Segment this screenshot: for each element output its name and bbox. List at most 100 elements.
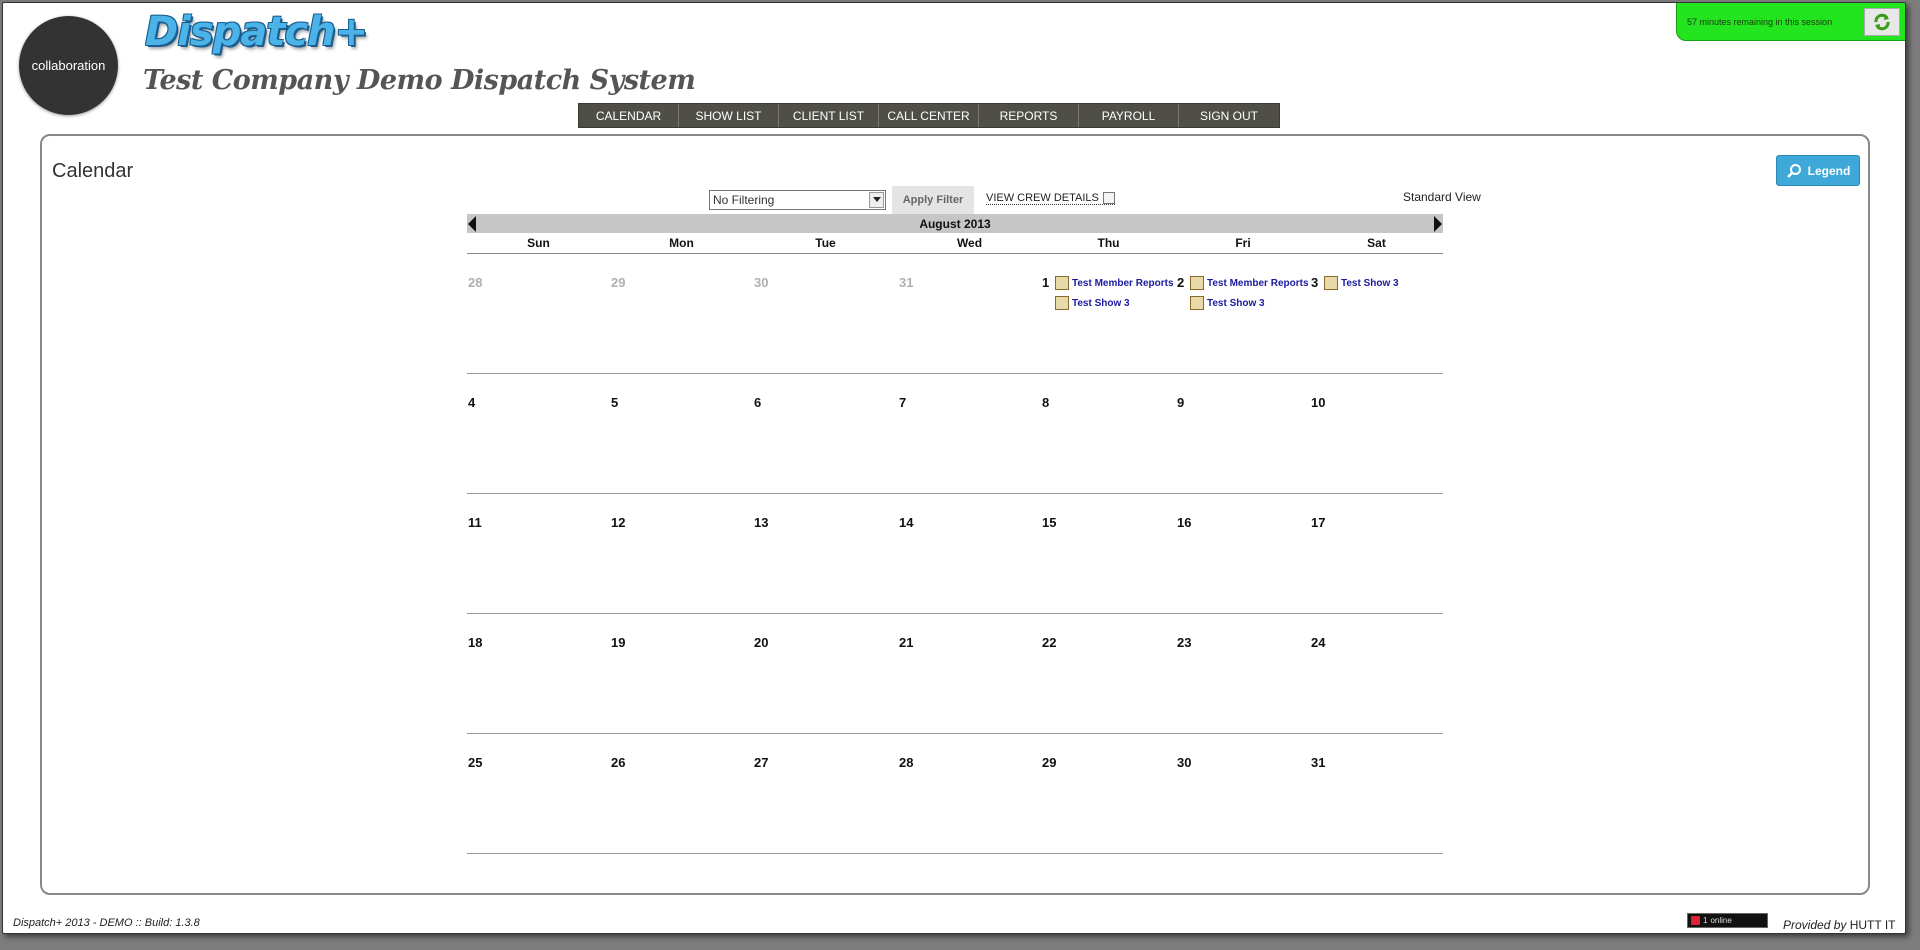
day-number: 10 [1311, 395, 1326, 410]
nav-reports[interactable]: REPORTS [979, 104, 1079, 127]
day-of-week-header: Thu [1097, 236, 1120, 250]
day-number: 29 [611, 275, 626, 290]
day-number: 31 [1311, 755, 1326, 770]
day-cell[interactable]: 15 [1041, 494, 1176, 613]
nav-show-list[interactable]: SHOW LIST [679, 104, 779, 127]
next-month-icon[interactable] [1434, 216, 1442, 232]
online-label: online [1710, 916, 1732, 925]
day-cell[interactable]: 30 [753, 254, 898, 373]
day-cell[interactable]: 23 [1176, 614, 1310, 733]
day-number: 22 [1042, 635, 1057, 650]
day-cell[interactable]: 28 [467, 254, 610, 373]
day-cell[interactable]: 29 [1041, 734, 1176, 853]
day-number: 19 [611, 635, 626, 650]
day-cell[interactable]: 28 [898, 734, 1041, 853]
session-text: 57 minutes remaining in this session [1687, 16, 1833, 27]
day-cell[interactable]: 6 [753, 374, 898, 493]
day-cell[interactable]: 2 Test Member Reports Test Show 3 [1176, 254, 1310, 373]
event-link[interactable]: Test Show 3 [1190, 293, 1309, 313]
logo-text: collaboration [31, 58, 106, 73]
day-cell[interactable]: 22 [1041, 614, 1176, 733]
day-cell[interactable]: 16 [1176, 494, 1310, 613]
day-cell[interactable]: 9 [1176, 374, 1310, 493]
event-label: Test Show 3 [1341, 277, 1399, 289]
day-cell[interactable]: 18 [467, 614, 610, 733]
month-header: August 2013 [467, 214, 1443, 233]
day-events: Test Member Reports Test Show 3 [1055, 273, 1174, 313]
event-link[interactable]: Test Show 3 [1055, 293, 1174, 313]
day-number: 28 [468, 275, 483, 290]
provider-name[interactable]: HUTT IT [1850, 918, 1896, 932]
prev-month-icon[interactable] [468, 216, 476, 232]
day-cell[interactable]: 26 [610, 734, 753, 853]
day-events: Test Show 3 [1324, 273, 1399, 293]
online-count: 1 [1703, 916, 1708, 925]
event-link[interactable]: Test Member Reports [1190, 273, 1309, 293]
event-label: Test Member Reports [1072, 277, 1174, 289]
day-number: 14 [899, 515, 914, 530]
filter-selected: No Filtering [713, 193, 775, 207]
nav-client-list[interactable]: CLIENT LIST [779, 104, 879, 127]
day-cell[interactable]: 21 [898, 614, 1041, 733]
filter-select[interactable]: No Filtering [709, 190, 886, 210]
day-cell[interactable]: 25 [467, 734, 610, 853]
online-status-icon [1691, 916, 1700, 925]
day-cell[interactable]: 30 [1176, 734, 1310, 853]
month-label: August 2013 [919, 216, 991, 231]
day-number: 29 [1042, 755, 1057, 770]
day-cell[interactable]: 8 [1041, 374, 1176, 493]
day-cell[interactable]: 4 [467, 374, 610, 493]
legend-button[interactable]: Legend [1776, 155, 1860, 186]
day-of-week-header: Mon [669, 236, 694, 250]
day-number: 31 [899, 275, 914, 290]
nav-calendar[interactable]: CALENDAR [579, 104, 679, 127]
day-cell[interactable]: 27 [753, 734, 898, 853]
day-number: 27 [754, 755, 769, 770]
event-note-icon [1055, 276, 1069, 290]
day-cell[interactable]: 5 [610, 374, 753, 493]
view-crew-details[interactable]: VIEW CREW DETAILS [986, 192, 1115, 205]
chevron-down-icon[interactable] [869, 192, 884, 208]
day-cell[interactable]: 3 Test Show 3 [1310, 254, 1443, 373]
day-number: 21 [899, 635, 914, 650]
day-number: 8 [1042, 395, 1050, 410]
day-cell[interactable]: 24 [1310, 614, 1443, 733]
nav-payroll[interactable]: PAYROLL [1079, 104, 1179, 127]
day-cell[interactable]: 14 [898, 494, 1041, 613]
day-number: 17 [1311, 515, 1326, 530]
day-cell[interactable]: 13 [753, 494, 898, 613]
company-title: Test Company Demo Dispatch System [143, 65, 696, 96]
session-refresh-button[interactable] [1864, 8, 1900, 36]
footer-build-info: Dispatch+ 2013 - DEMO :: Build: 1.3.8 [13, 917, 200, 929]
day-cell[interactable]: 29 [610, 254, 753, 373]
day-cell[interactable]: 12 [610, 494, 753, 613]
apply-filter-button[interactable]: Apply Filter [892, 186, 974, 214]
day-of-week-header: Tue [815, 236, 836, 250]
day-number: 23 [1177, 635, 1192, 650]
nav-sign-out[interactable]: SIGN OUT [1179, 104, 1279, 127]
day-number: 4 [468, 395, 476, 410]
crew-details-checkbox[interactable] [1102, 192, 1115, 204]
day-cell[interactable]: 11 [467, 494, 610, 613]
day-number: 13 [754, 515, 769, 530]
day-cell[interactable]: 17 [1310, 494, 1443, 613]
day-number: 20 [754, 635, 769, 650]
day-cell[interactable]: 10 [1310, 374, 1443, 493]
event-link[interactable]: Test Member Reports [1055, 273, 1174, 293]
day-cell[interactable]: 20 [753, 614, 898, 733]
week-row: 4 5 6 7 8 9 10 [467, 374, 1443, 494]
view-mode-label[interactable]: Standard View [1403, 190, 1481, 204]
day-cell[interactable]: 31 [1310, 734, 1443, 853]
online-users-badge[interactable]: 1 online [1687, 913, 1768, 928]
day-number: 15 [1042, 515, 1057, 530]
provided-prefix: Provided by [1783, 918, 1847, 932]
day-cell[interactable]: 19 [610, 614, 753, 733]
nav-call-center[interactable]: CALL CENTER [879, 104, 979, 127]
event-link[interactable]: Test Show 3 [1324, 273, 1399, 293]
app-window: collaboration Dispatch+ Test Company Dem… [2, 2, 1906, 934]
day-cell[interactable]: 7 [898, 374, 1041, 493]
day-cell[interactable]: 31 [898, 254, 1041, 373]
event-label: Test Member Reports [1207, 277, 1309, 289]
day-number: 30 [754, 275, 769, 290]
day-cell[interactable]: 1 Test Member Reports Test Show 3 [1041, 254, 1176, 373]
